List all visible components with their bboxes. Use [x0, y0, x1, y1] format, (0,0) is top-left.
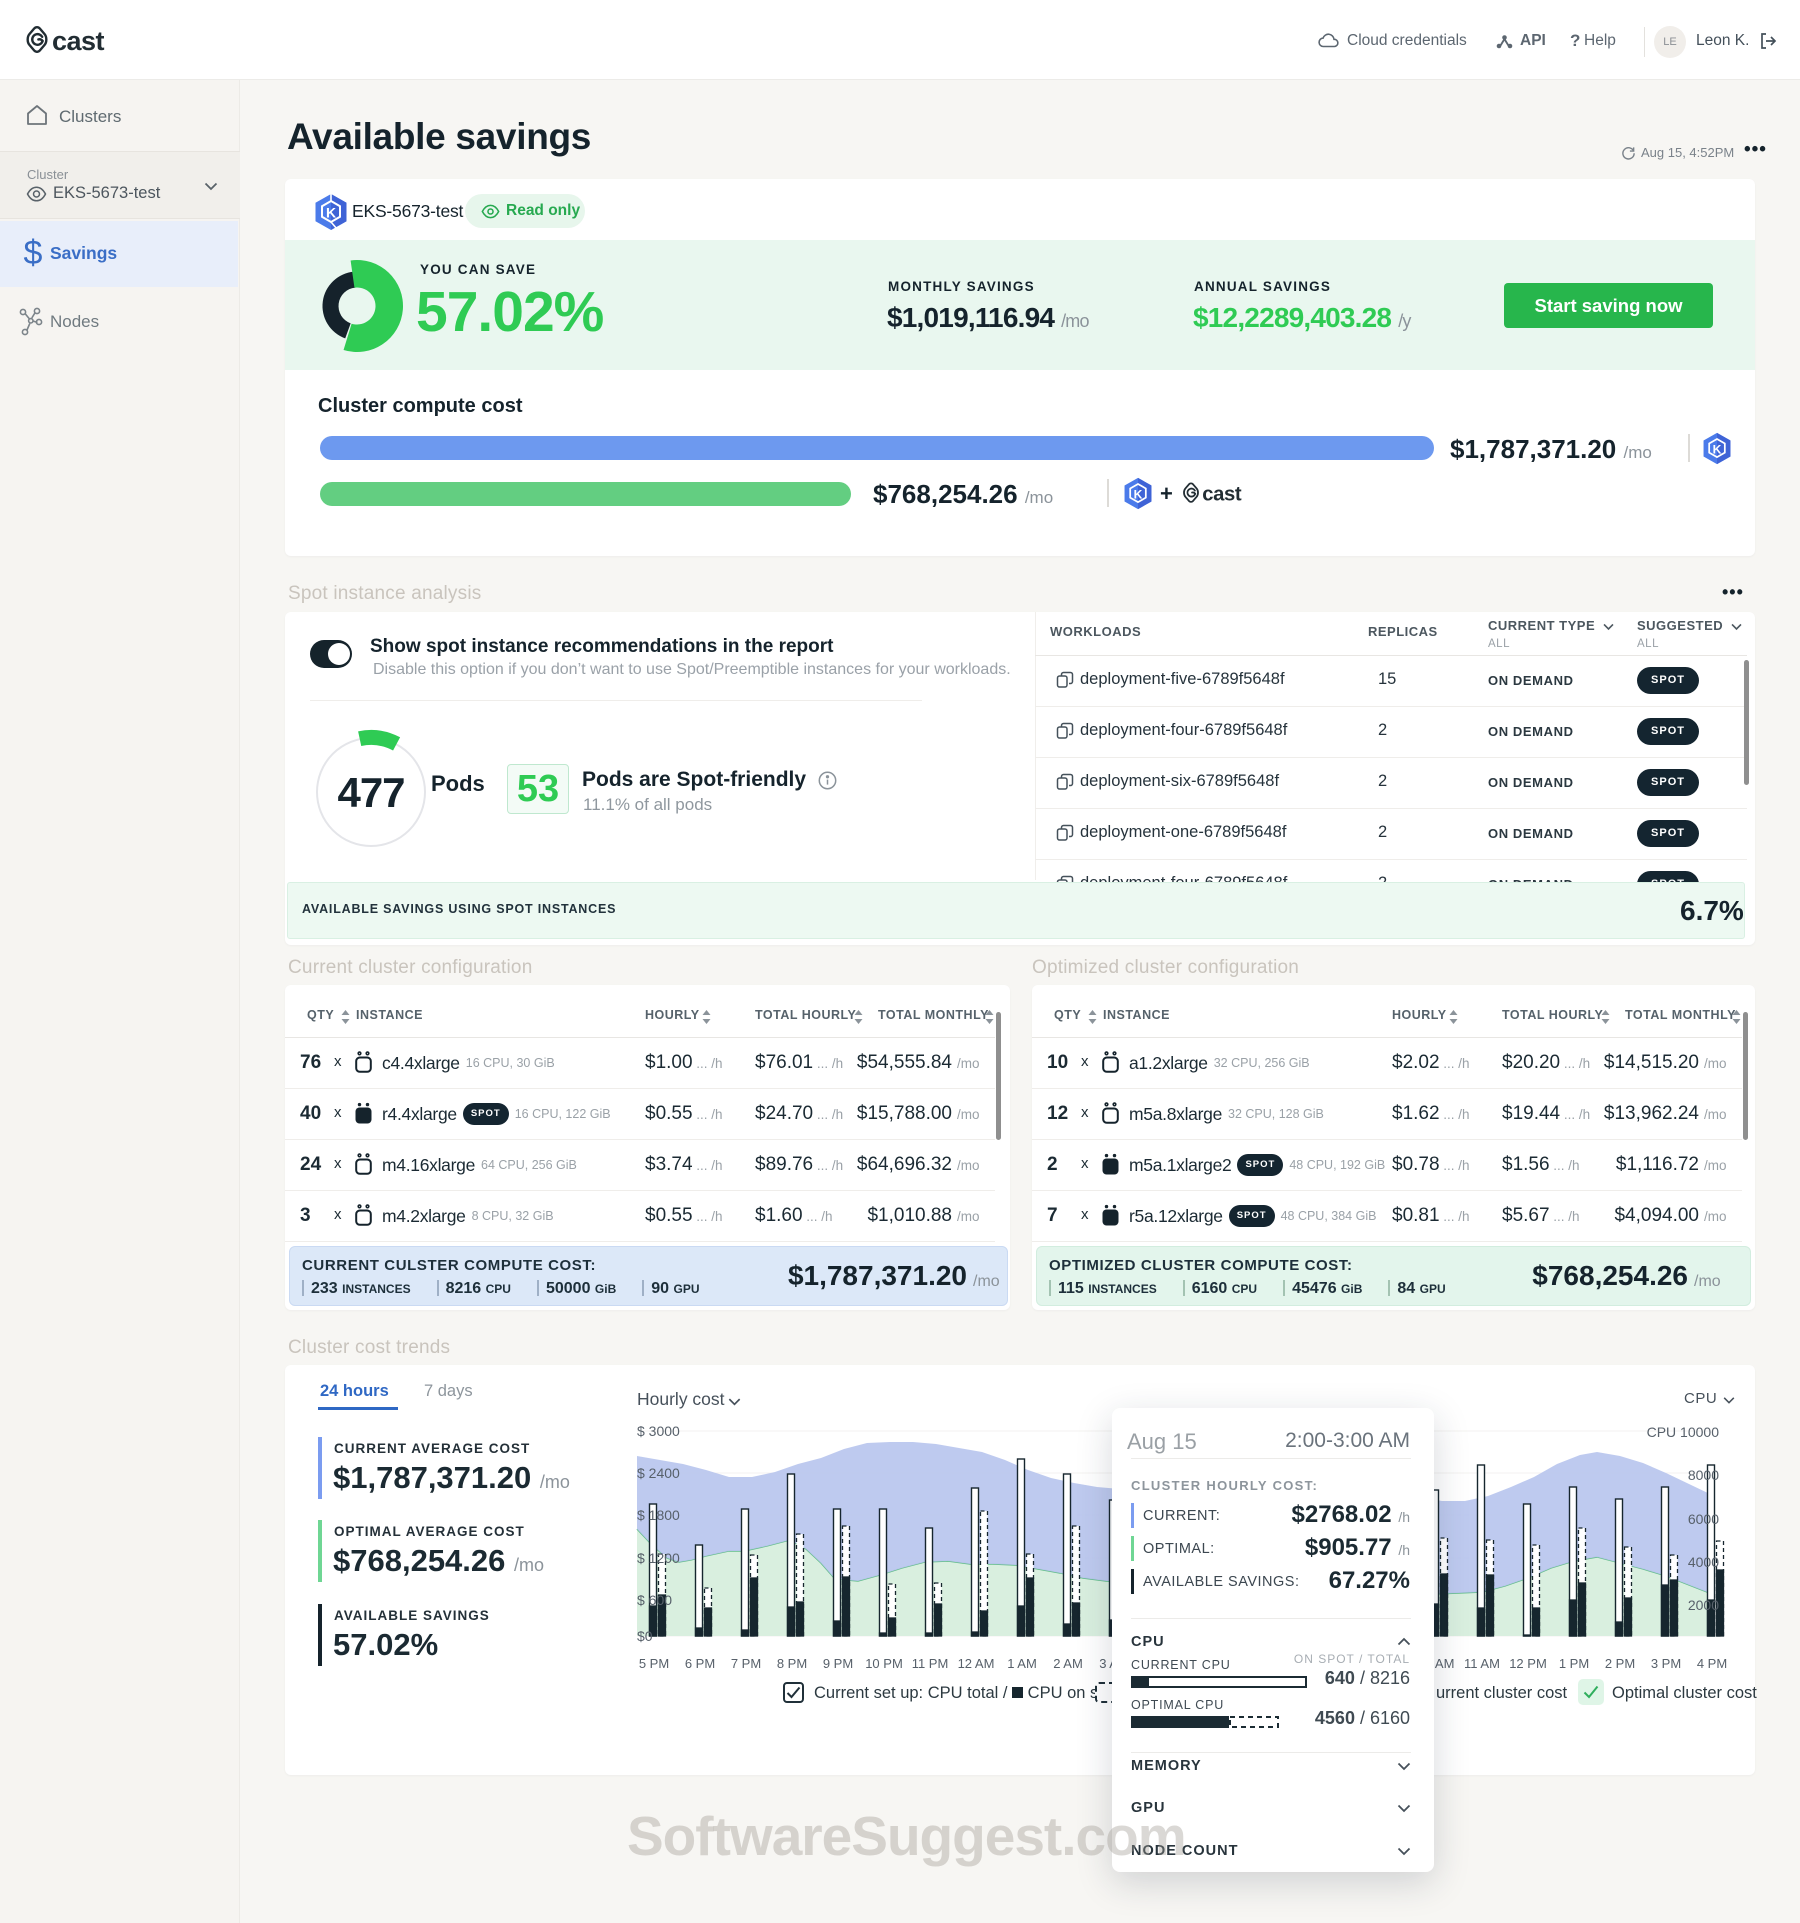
- svg-text:6000: 6000: [1688, 1511, 1719, 1527]
- svg-text:7 PM: 7 PM: [731, 1656, 761, 1671]
- svg-text:$ 600: $ 600: [637, 1592, 672, 1608]
- svg-text:K: K: [1713, 442, 1722, 456]
- svg-text:4 PM: 4 PM: [1697, 1656, 1727, 1671]
- svg-text:K: K: [1134, 487, 1143, 501]
- svg-text:2 AM: 2 AM: [1053, 1656, 1083, 1671]
- svg-text:1 AM: 1 AM: [1007, 1656, 1037, 1671]
- svg-text:8000: 8000: [1688, 1467, 1719, 1483]
- svg-text:cast: cast: [52, 26, 105, 56]
- svg-text:$ 3000: $ 3000: [637, 1423, 680, 1439]
- svg-text:$ 1800: $ 1800: [637, 1507, 680, 1523]
- svg-text:$ 1200: $ 1200: [637, 1550, 680, 1566]
- svg-text:11 PM: 11 PM: [912, 1656, 949, 1671]
- svg-text:12 AM: 12 AM: [958, 1656, 995, 1671]
- svg-text:9 PM: 9 PM: [823, 1656, 853, 1671]
- svg-text:3 PM: 3 PM: [1651, 1656, 1681, 1671]
- svg-text:10 PM: 10 PM: [865, 1656, 903, 1671]
- svg-text:11 AM: 11 AM: [1464, 1656, 1500, 1671]
- svg-text:$ 2400: $ 2400: [637, 1465, 680, 1481]
- svg-text:$0: $0: [637, 1628, 653, 1644]
- svg-text:5 PM: 5 PM: [639, 1656, 669, 1671]
- svg-text:8 PM: 8 PM: [777, 1656, 807, 1671]
- svg-text:cast: cast: [1202, 484, 1242, 506]
- svg-text:12 PM: 12 PM: [1509, 1656, 1547, 1671]
- svg-text:6 PM: 6 PM: [685, 1656, 715, 1671]
- svg-text:K: K: [326, 205, 336, 221]
- svg-text:477: 477: [337, 769, 404, 816]
- svg-text:2000: 2000: [1688, 1597, 1719, 1613]
- svg-text:2 PM: 2 PM: [1605, 1656, 1635, 1671]
- svg-text:CPU 10000: CPU 10000: [1647, 1424, 1720, 1440]
- svg-text:1 PM: 1 PM: [1559, 1656, 1589, 1671]
- svg-text:4000: 4000: [1688, 1554, 1719, 1570]
- svg-text:$: $: [24, 234, 43, 272]
